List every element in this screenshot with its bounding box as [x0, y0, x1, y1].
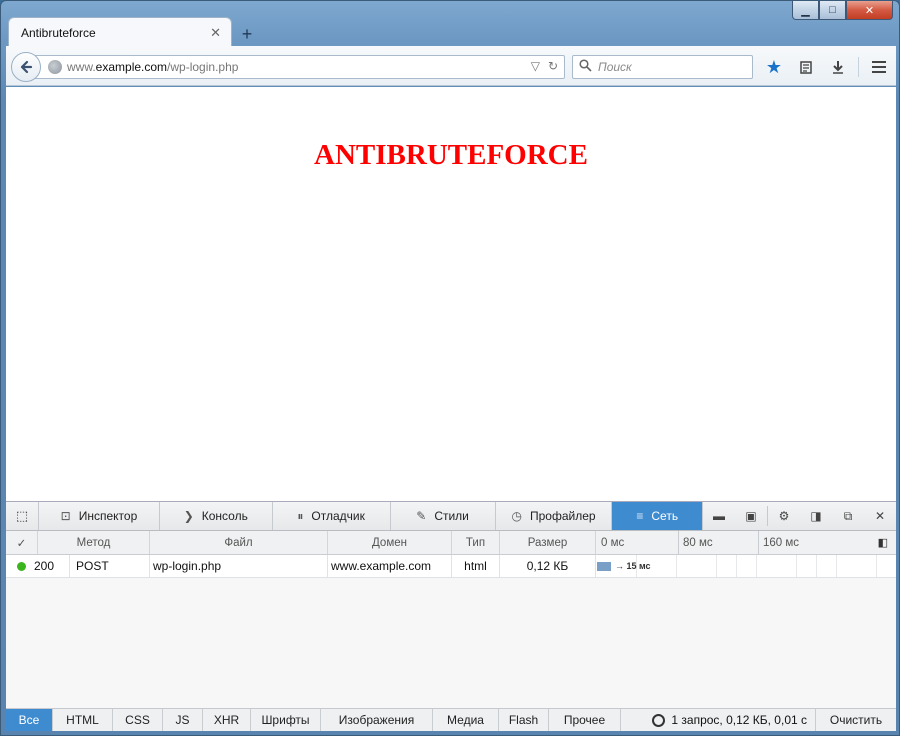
column-domain[interactable]: Домен [328, 531, 452, 554]
debugger-icon: ⏸ [297, 508, 304, 523]
reload-icon[interactable]: ↻ [548, 59, 558, 73]
column-size[interactable]: Размер [500, 531, 596, 554]
page-content: ANTIBRUTEFORCE [6, 87, 896, 501]
devtools-panel: ⬚ ⊡ Инспектор ❯ Консоль ⏸ Отладчик ✎ Сти… [6, 501, 896, 731]
inspector-icon: ⊡ [60, 509, 71, 523]
close-window-button[interactable]: ✕ [846, 1, 893, 20]
filter-css[interactable]: CSS [113, 709, 163, 731]
collapse-sidebar-icon[interactable]: ◧ [878, 536, 888, 549]
responsive-view-icon[interactable]: ▣ [735, 502, 767, 531]
filter-other[interactable]: Прочее [549, 709, 621, 731]
devtools-right-icons: ▬ ▣ ⚙ ◨ ⧉ ✕ [703, 502, 896, 530]
download-icon[interactable] [822, 54, 854, 80]
search-icon [579, 59, 592, 75]
profiler-icon: ◷ [511, 509, 522, 523]
column-file[interactable]: Файл [150, 531, 328, 554]
tab-debugger[interactable]: ⏸ Отладчик [273, 502, 391, 530]
settings-gear-icon[interactable]: ⚙ [768, 502, 800, 531]
filter-media[interactable]: Медиа [433, 709, 499, 731]
styles-icon: ✎ [416, 509, 427, 523]
column-method[interactable]: Метод [38, 531, 150, 554]
filter-fonts[interactable]: Шрифты [251, 709, 321, 731]
network-empty-area [6, 579, 896, 709]
network-filter-bar: Все HTML CSS JS XHR Шрифты Изображения М… [6, 708, 896, 731]
devtools-toolbar: ⬚ ⊡ Инспектор ❯ Консоль ⏸ Отладчик ✎ Сти… [6, 502, 896, 531]
url-text: www.example.com/wp-login.php [67, 60, 239, 74]
status-ok-icon [17, 561, 26, 571]
console-icon: ❯ [183, 509, 194, 523]
toolbar-icons: ★ [758, 54, 895, 80]
dock-side-icon[interactable]: ◨ [800, 502, 832, 531]
tab-network[interactable]: ≡ Сеть [612, 502, 703, 530]
tab-close-icon[interactable]: ✕ [210, 25, 221, 41]
timeline-tick-160: 160 мс [758, 530, 799, 555]
maximize-button[interactable]: □ [819, 1, 846, 20]
new-tab-button[interactable]: + [232, 21, 262, 47]
table-row[interactable]: 200 POST wp-login.php www.example.com ht… [6, 555, 896, 578]
tab-styles[interactable]: ✎ Стили [391, 502, 496, 530]
row-waterfall: → 15 мс [596, 555, 896, 577]
tab-inspector[interactable]: ⊡ Инспектор [39, 502, 160, 530]
tab-strip: Antibruteforce ✕ + [8, 17, 262, 47]
split-console-icon[interactable]: ▬ [703, 502, 735, 531]
tab-title: Antibruteforce [21, 25, 96, 40]
column-type[interactable]: Тип [452, 531, 500, 554]
filter-flash[interactable]: Flash [499, 709, 549, 731]
undock-window-icon[interactable]: ⧉ [832, 502, 864, 531]
browser-tab[interactable]: Antibruteforce ✕ [8, 17, 232, 47]
dropdown-history-icon[interactable]: ▽ [531, 59, 540, 73]
network-table-header: ✓ Метод Файл Домен Тип Размер 0 мс 80 мс… [6, 530, 896, 555]
toolbar-separator [858, 57, 859, 77]
filter-js[interactable]: JS [163, 709, 203, 731]
search-placeholder: Поиск [598, 60, 632, 74]
row-domain: www.example.com [328, 555, 452, 577]
tab-console[interactable]: ❯ Консоль [160, 502, 273, 530]
waterfall-timing-label: → 15 мс [615, 561, 651, 571]
element-picker-icon[interactable]: ⬚ [6, 502, 40, 530]
row-method: POST [70, 555, 150, 577]
clear-button[interactable]: Очистить [816, 709, 896, 731]
row-type: html [452, 555, 500, 577]
close-devtools-icon[interactable]: ✕ [864, 502, 896, 531]
back-button[interactable] [11, 52, 41, 82]
column-timeline[interactable]: 0 мс 80 мс 160 мс ◧ [596, 530, 896, 555]
row-status: 200 [6, 555, 70, 577]
navigation-bar: www.example.com/wp-login.php ▽ ↻ Поиск ★ [6, 46, 896, 86]
window-controls: ▁ □ ✕ [792, 1, 893, 21]
network-icon: ≡ [636, 509, 644, 523]
filter-html[interactable]: HTML [53, 709, 113, 731]
minimize-button[interactable]: ▁ [792, 1, 819, 20]
menu-hamburger-icon[interactable] [863, 54, 895, 80]
waterfall-bar [597, 562, 611, 571]
filter-all[interactable]: Все [6, 709, 53, 731]
bookmark-star-icon[interactable]: ★ [758, 54, 790, 80]
reading-list-icon[interactable] [790, 54, 822, 80]
url-bar[interactable]: www.example.com/wp-login.php ▽ ↻ [27, 55, 565, 79]
page-heading: ANTIBRUTEFORCE [314, 139, 588, 171]
back-arrow-icon [20, 60, 33, 74]
globe-icon [48, 60, 62, 74]
row-file: wp-login.php [150, 555, 328, 577]
column-status[interactable]: ✓ [6, 531, 38, 554]
filter-xhr[interactable]: XHR [203, 709, 251, 731]
browser-window: ▁ □ ✕ Antibruteforce ✕ + www.example.com… [0, 0, 900, 736]
row-size: 0,12 КБ [500, 555, 596, 577]
timeline-tick-0: 0 мс [601, 536, 625, 549]
timer-icon [652, 713, 666, 727]
request-summary: 1 запрос, 0,12 КБ, 0,01 с [621, 709, 816, 731]
tab-profiler[interactable]: ◷ Профайлер [496, 502, 613, 530]
filter-images[interactable]: Изображения [321, 709, 433, 731]
url-bar-icons: ▽ ↻ [531, 59, 558, 73]
timeline-tick-80: 80 мс [678, 530, 713, 555]
search-input[interactable]: Поиск [572, 55, 753, 79]
